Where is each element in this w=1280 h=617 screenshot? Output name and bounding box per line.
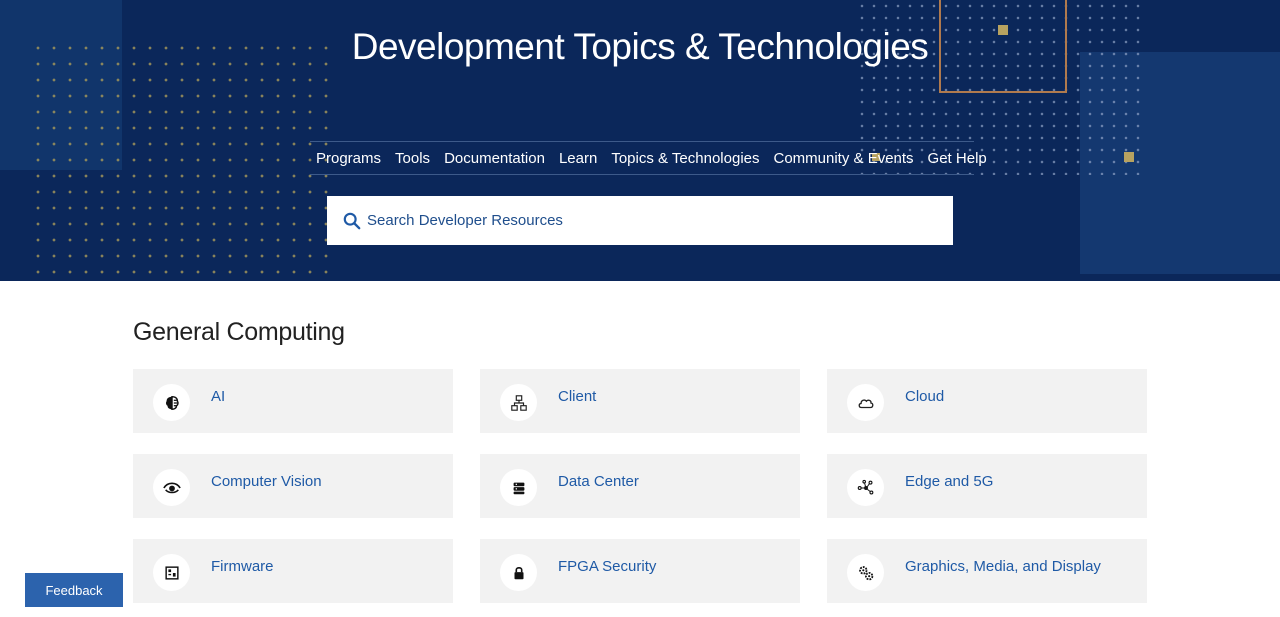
topic-card-label: Edge and 5G	[905, 473, 994, 490]
icon-circle	[500, 384, 537, 421]
topic-card-label: Cloud	[905, 388, 945, 405]
topic-card-firmware[interactable]: Firmware	[133, 539, 453, 603]
nav-documentation[interactable]: Documentation	[444, 150, 545, 167]
icon-circle	[153, 469, 190, 506]
nav-learn[interactable]: Learn	[559, 150, 597, 167]
icon-circle	[153, 384, 190, 421]
icon-circle	[500, 469, 537, 506]
search-icon[interactable]	[343, 212, 361, 230]
topic-card-label: Client	[558, 388, 597, 405]
topic-card-edge-5g[interactable]: Edge and 5G	[827, 454, 1147, 518]
topic-card-computer-vision[interactable]: Computer Vision	[133, 454, 453, 518]
decorative-dots	[30, 40, 340, 280]
search-bar[interactable]	[327, 196, 953, 245]
top-navigation: Programs Tools Documentation Learn Topic…	[310, 141, 987, 175]
topic-card-label: AI	[211, 388, 226, 405]
section-title: General Computing	[133, 318, 345, 346]
page-title: Development Topics & Technologies	[351, 26, 929, 67]
search-input[interactable]	[367, 212, 927, 229]
chip-icon	[164, 565, 179, 580]
hero-banner: Development Topics & Technologies Progra…	[0, 0, 1280, 281]
cloud-icon	[858, 398, 873, 408]
topic-grid: AI Client Cloud Computer Vision Data Cen…	[133, 369, 1147, 603]
decorative-square	[1124, 152, 1134, 162]
nodes-icon	[857, 479, 873, 494]
server-icon	[513, 482, 524, 494]
gears-icon	[858, 565, 873, 580]
topic-card-label: Graphics, Media, and Display	[905, 558, 1101, 575]
network-hierarchy-icon	[510, 394, 527, 411]
icon-circle	[500, 554, 537, 591]
topic-card-label: Firmware	[211, 558, 274, 575]
topic-card-data-center[interactable]: Data Center	[480, 454, 800, 518]
nav-topics-technologies[interactable]: Topics & Technologies	[611, 150, 759, 167]
icon-circle	[847, 554, 884, 591]
topic-card-label: Computer Vision	[211, 473, 322, 490]
nav-get-help[interactable]: Get Help	[928, 150, 987, 167]
topic-card-graphics-media-display[interactable]: Graphics, Media, and Display	[827, 539, 1147, 603]
nav-programs[interactable]: Programs	[316, 150, 381, 167]
brain-icon	[165, 395, 179, 410]
nav-tools[interactable]: Tools	[395, 150, 430, 167]
topic-card-ai[interactable]: AI	[133, 369, 453, 433]
feedback-button[interactable]: Feedback	[25, 573, 123, 607]
topic-card-fpga-security[interactable]: FPGA Security	[480, 539, 800, 603]
topic-card-label: FPGA Security	[558, 558, 657, 575]
nav-community-events[interactable]: Community & Events	[774, 150, 914, 167]
topic-card-cloud[interactable]: Cloud	[827, 369, 1147, 433]
topic-card-label: Data Center	[558, 473, 639, 490]
eye-icon	[162, 481, 181, 493]
icon-circle	[153, 554, 190, 591]
icon-circle	[847, 469, 884, 506]
topic-card-client[interactable]: Client	[480, 369, 800, 433]
lock-icon	[514, 566, 523, 579]
icon-circle	[847, 384, 884, 421]
